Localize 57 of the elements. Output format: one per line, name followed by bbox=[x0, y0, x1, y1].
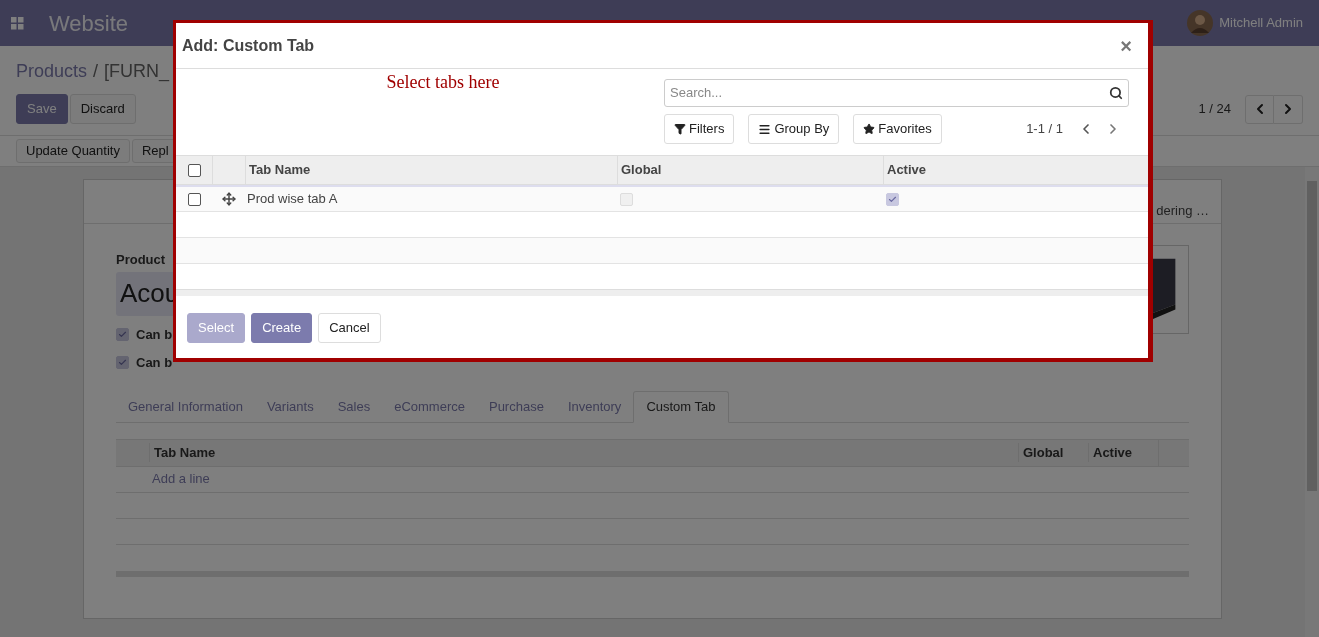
notebook-tab[interactable]: Custom Tab bbox=[633, 390, 729, 423]
star-icon bbox=[863, 123, 876, 135]
form-button[interactable]: Save bbox=[16, 94, 68, 124]
notebook-tab[interactable]: Inventory bbox=[555, 390, 634, 423]
search-field[interactable]: Search... bbox=[664, 79, 1129, 107]
check-icon bbox=[118, 358, 127, 368]
dialog-button[interactable]: Create bbox=[251, 313, 313, 343]
filter-button[interactable]: Filters bbox=[664, 114, 735, 144]
checkbox-label: Can b bbox=[136, 325, 173, 344]
action-button[interactable]: Update Quantity bbox=[16, 139, 130, 163]
column-header[interactable]: Active bbox=[883, 156, 1148, 184]
apps-menu-icon[interactable] bbox=[11, 16, 24, 30]
dialog-button[interactable]: Cancel bbox=[318, 313, 381, 343]
checkbox[interactable] bbox=[116, 327, 129, 341]
pager-counter: 1 / 24 bbox=[1198, 100, 1231, 119]
row-checkbox[interactable] bbox=[187, 192, 201, 206]
select-all-checkbox[interactable] bbox=[187, 163, 201, 177]
field-label: Product bbox=[116, 251, 166, 269]
check-icon bbox=[888, 194, 897, 204]
pager-counter: 1-1 / 1 bbox=[1026, 120, 1063, 139]
add-line-link[interactable]: Add a line bbox=[152, 469, 210, 489]
menu-icon bbox=[758, 122, 772, 136]
filter-button[interactable]: Group By bbox=[748, 114, 840, 144]
column-header[interactable]: Tab Name bbox=[245, 156, 617, 184]
column-header[interactable]: Active bbox=[1088, 442, 1158, 463]
search-icon[interactable] bbox=[1109, 86, 1123, 100]
notebook-tab[interactable]: eCommerce bbox=[382, 390, 477, 423]
column-header[interactable]: Tab Name bbox=[149, 442, 1018, 463]
dialog-title: Add: Custom Tab bbox=[182, 35, 315, 56]
checkbox-label: Can b bbox=[136, 354, 173, 372]
check-icon bbox=[118, 329, 127, 339]
annotation-text: Select tabs here bbox=[386, 73, 500, 94]
user-name[interactable]: Mitchell Admin bbox=[1219, 13, 1303, 33]
previous-button[interactable] bbox=[1245, 94, 1274, 124]
smart-button-label[interactable]: dering … bbox=[1156, 200, 1209, 220]
breadcrumb-link[interactable]: Products bbox=[16, 58, 88, 85]
checkbox[interactable] bbox=[116, 356, 129, 370]
search-input[interactable]: Search... bbox=[670, 83, 1109, 103]
filter-icon bbox=[674, 123, 686, 135]
global-checkbox[interactable] bbox=[620, 192, 633, 206]
next-button[interactable] bbox=[1274, 94, 1303, 124]
notebook-tab[interactable]: Sales bbox=[325, 390, 383, 423]
table-cell-text: Prod wise tab A bbox=[246, 190, 339, 209]
active-checkbox[interactable] bbox=[886, 192, 899, 206]
table-row[interactable]: Prod wise tab A bbox=[176, 185, 1148, 212]
drag-handle-icon[interactable] bbox=[221, 192, 236, 206]
breadcrumb-current: [FURN_ bbox=[104, 60, 170, 84]
form-button[interactable]: Discard bbox=[69, 94, 136, 124]
close-button[interactable]: × bbox=[1120, 35, 1132, 56]
column-header[interactable]: Global bbox=[617, 156, 883, 184]
notebook-tab[interactable]: General Information bbox=[116, 390, 255, 423]
notebook-tab[interactable]: Purchase bbox=[476, 390, 556, 423]
breadcrumb-separator: / bbox=[93, 60, 99, 83]
notebook-tab[interactable]: Variants bbox=[254, 390, 326, 423]
column-header[interactable]: Global bbox=[1018, 442, 1088, 463]
user-avatar[interactable] bbox=[1187, 10, 1214, 36]
filter-button[interactable]: Favorites bbox=[853, 114, 942, 144]
